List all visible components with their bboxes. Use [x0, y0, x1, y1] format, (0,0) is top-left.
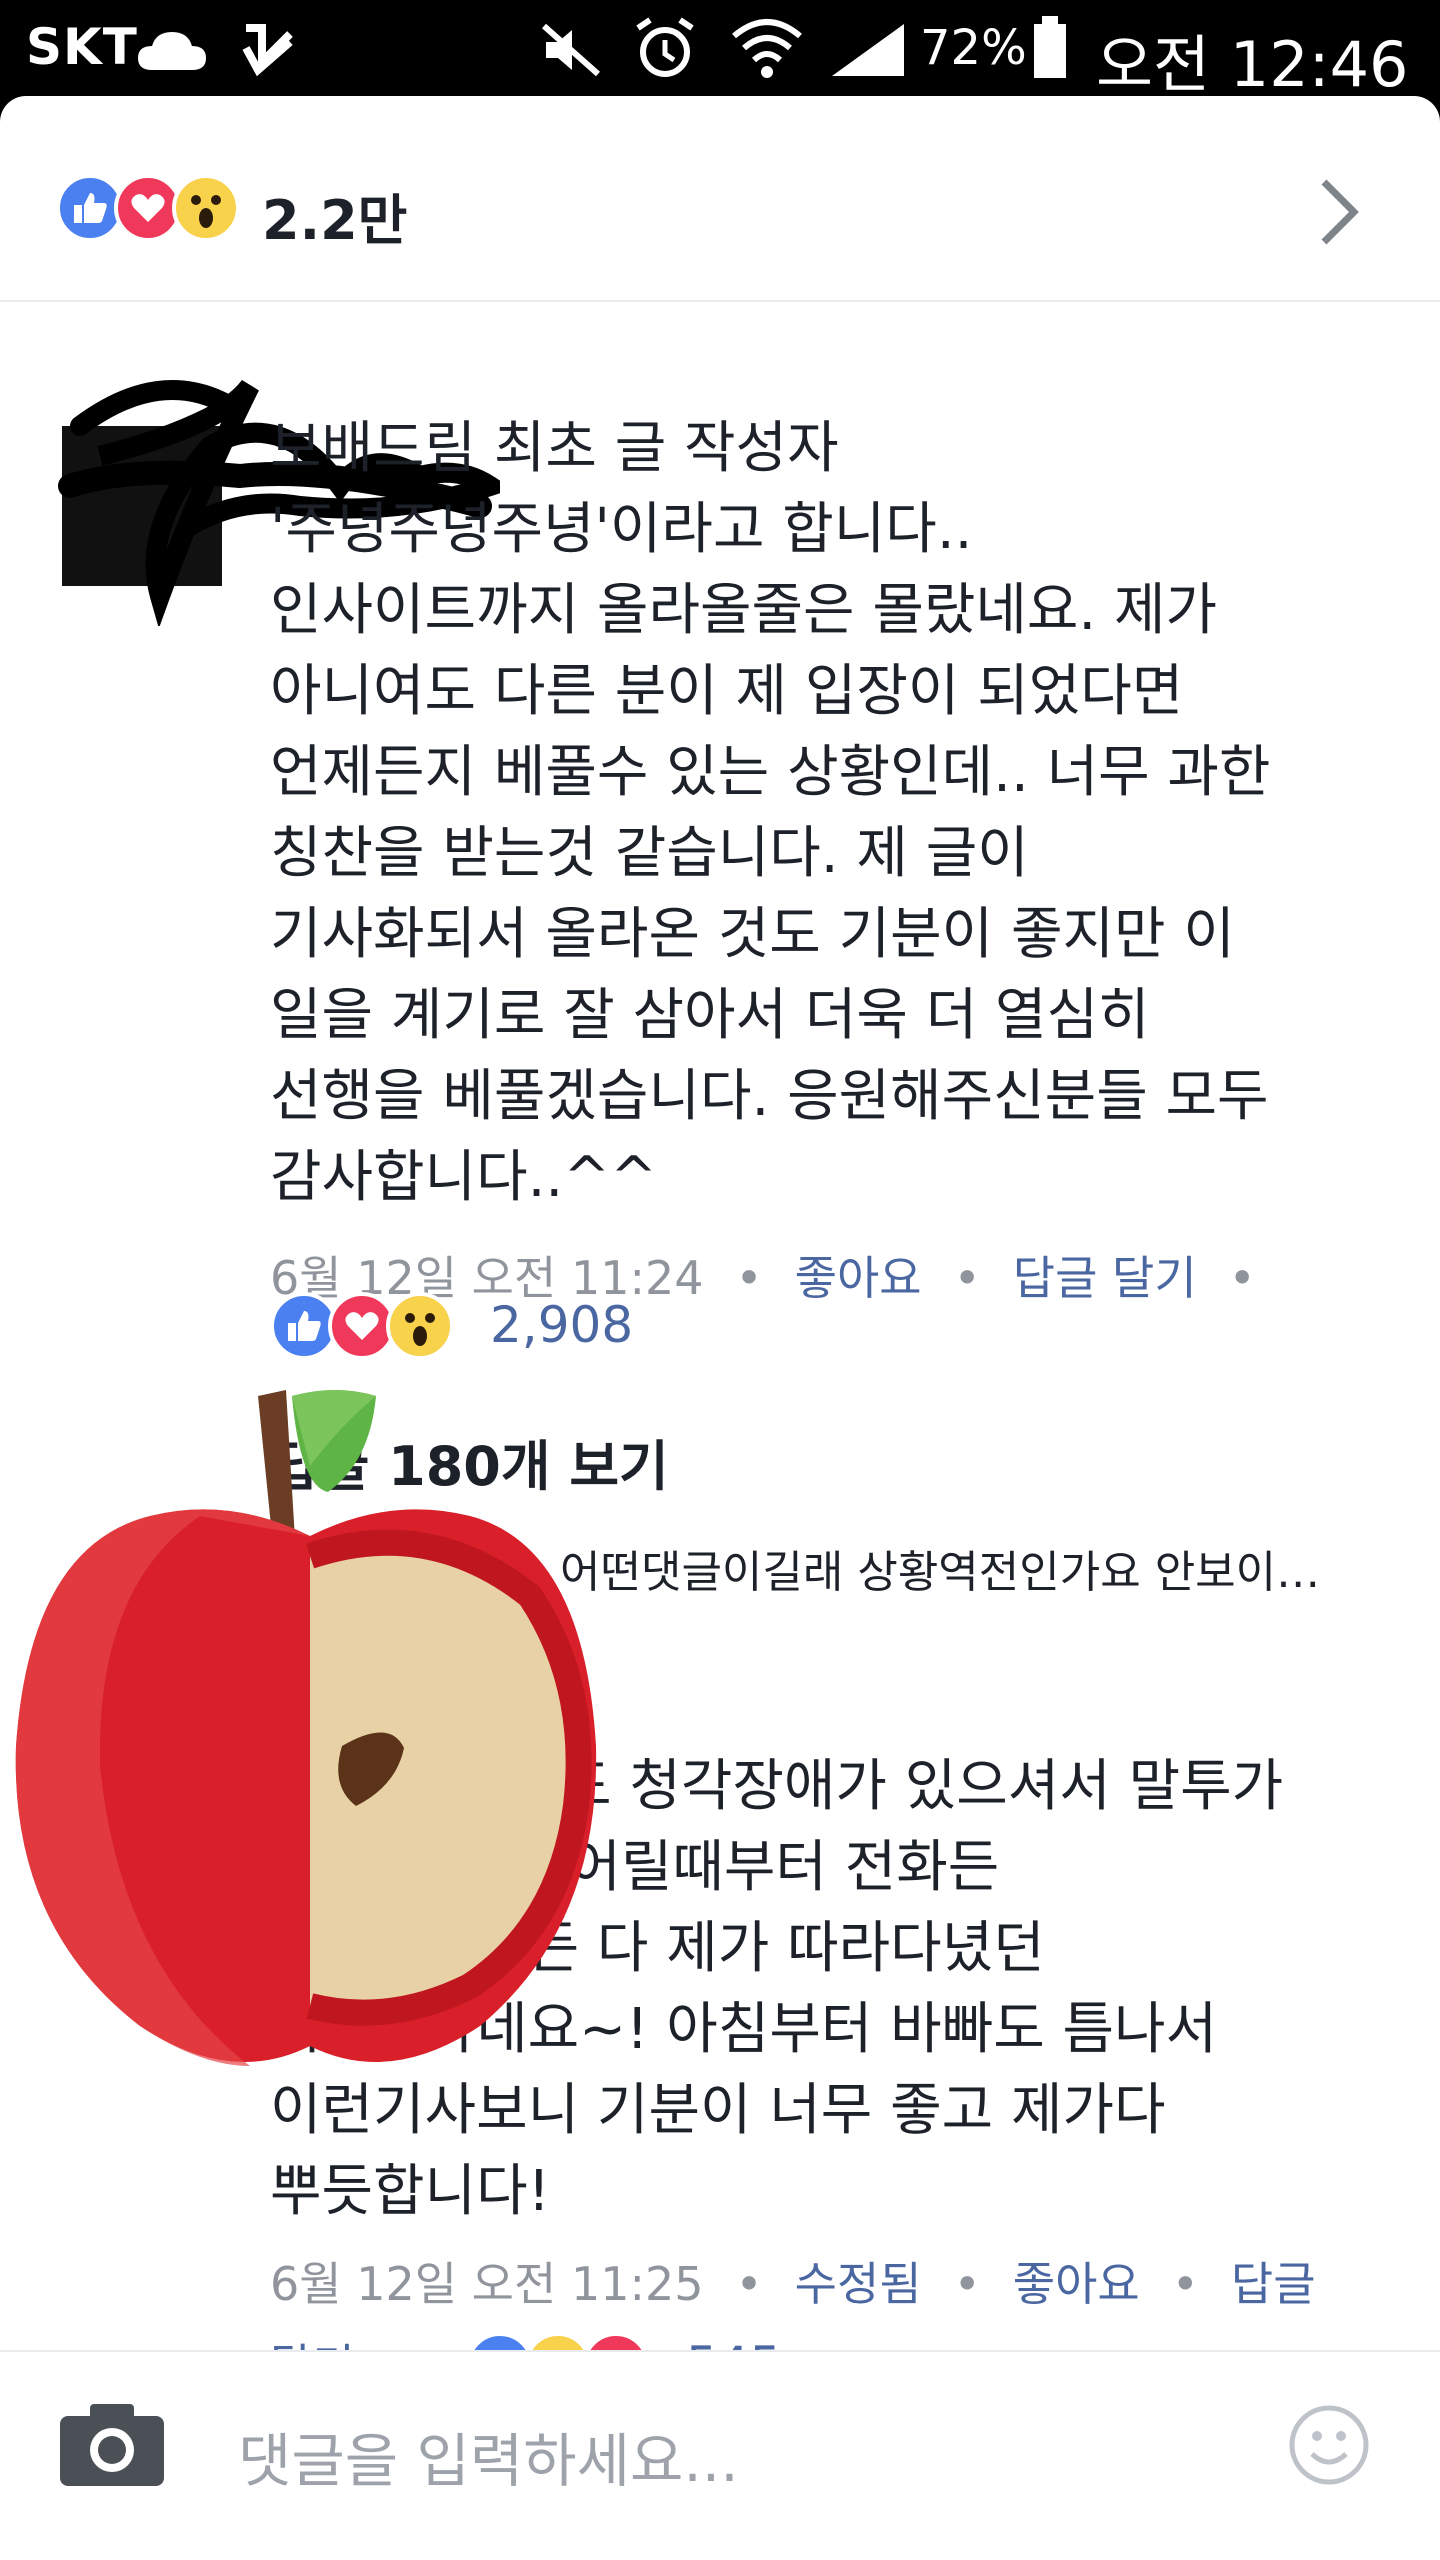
reply-link[interactable]: 답글 달기: [1013, 1251, 1197, 1305]
comment-reactions[interactable]: 2,908: [270, 1292, 670, 1362]
download-check-icon: [242, 24, 293, 77]
wow-reaction-icon: [524, 2332, 592, 2350]
edited-label[interactable]: 수정됨: [795, 2257, 922, 2311]
apple-sticker-icon: [15, 1390, 597, 2066]
comment-timestamp: 6월 12일 오전 11:25: [270, 2257, 704, 2311]
alarm-icon: [636, 17, 694, 77]
post-reaction-count: 2.2만: [262, 189, 408, 252]
comments-sheet: 2.2만 보배드림 최초 글 작성자 '주녕주녕주녕'이라고 합니다.. 인사이…: [0, 96, 1440, 2560]
comment-line: 감사합니다..^^: [270, 1145, 658, 1210]
battery-percent: 72%: [920, 20, 1027, 76]
comment-line: 뿌듯합니다!: [270, 2159, 551, 2224]
battery-icon: [1034, 16, 1066, 78]
comment-line: 칭찬을 받는것 같습니다. 제 글이: [270, 821, 1029, 886]
like-reaction-icon: [466, 2332, 534, 2350]
comment-reactions[interactable]: 545: [466, 2332, 786, 2350]
status-bar: SKT 72% 오전 12:46: [0, 0, 1440, 101]
like-link[interactable]: 좋아요: [795, 1251, 922, 1305]
chevron-right-icon[interactable]: [1310, 172, 1370, 252]
comment-meta: 6월 12일 오전 11:25 • 수정됨 • 좋아요 • 답글: [270, 2257, 1316, 2311]
wow-reaction-icon: [172, 174, 240, 242]
comment-meta-overflow: 달기: [270, 2330, 355, 2350]
comment-reaction-count: 545: [686, 2336, 781, 2350]
clock: 오전 12:46: [1096, 28, 1409, 101]
smiley-icon[interactable]: [1288, 2404, 1370, 2486]
comment-body: 보배드림 최초 글 작성자 '주녕주녕주녕'이라고 합니다.. 인사이트까지 올…: [270, 408, 1390, 1218]
signal-icon: [832, 24, 904, 76]
comment-line: 인사이트까지 올라올줄은 몰랐네요. 제가: [270, 578, 1218, 643]
comment-reaction-count: 2,908: [490, 1296, 634, 1354]
comment-line: 일을 계기로 잘 삼아서 더욱 더 열심히: [270, 983, 1150, 1048]
comment-line: 언제든지 베풀수 있는 상황인데.. 너무 과한: [270, 740, 1271, 805]
carrier-label: SKT: [26, 18, 138, 76]
comment-line: 기사화되서 올라온 것도 기분이 좋지만 이: [270, 902, 1235, 967]
reply-link-continued[interactable]: 달기: [270, 2339, 355, 2350]
reply-preview[interactable]: 어떤댓글이길래 상황역전인가요 안보이…: [560, 1536, 1320, 1600]
comment-line: '주녕주녕주녕'이라고 합니다..: [270, 497, 973, 562]
comment-line: 선행을 베풀겠습니다. 응원해주신분들 모두: [270, 1064, 1269, 1129]
mute-icon: [542, 23, 600, 77]
comment-input[interactable]: 댓글을 입력하세요...: [238, 2414, 739, 2498]
reaction-icons: [56, 174, 256, 246]
comment-line: 보배드림 최초 글 작성자: [270, 416, 839, 481]
cloud-icon: [138, 32, 206, 70]
wifi-icon: [732, 19, 802, 78]
reply-link[interactable]: 답글: [1231, 2257, 1316, 2311]
camera-icon[interactable]: [58, 2400, 166, 2488]
wow-reaction-icon: [386, 1292, 454, 1360]
like-link[interactable]: 좋아요: [1013, 2257, 1140, 2311]
love-reaction-icon: [582, 2332, 650, 2350]
comment-line: 아니여도 다른 분이 제 입장이 되었다면: [270, 659, 1184, 724]
post-reactions-bar[interactable]: 2.2만: [0, 96, 1440, 302]
